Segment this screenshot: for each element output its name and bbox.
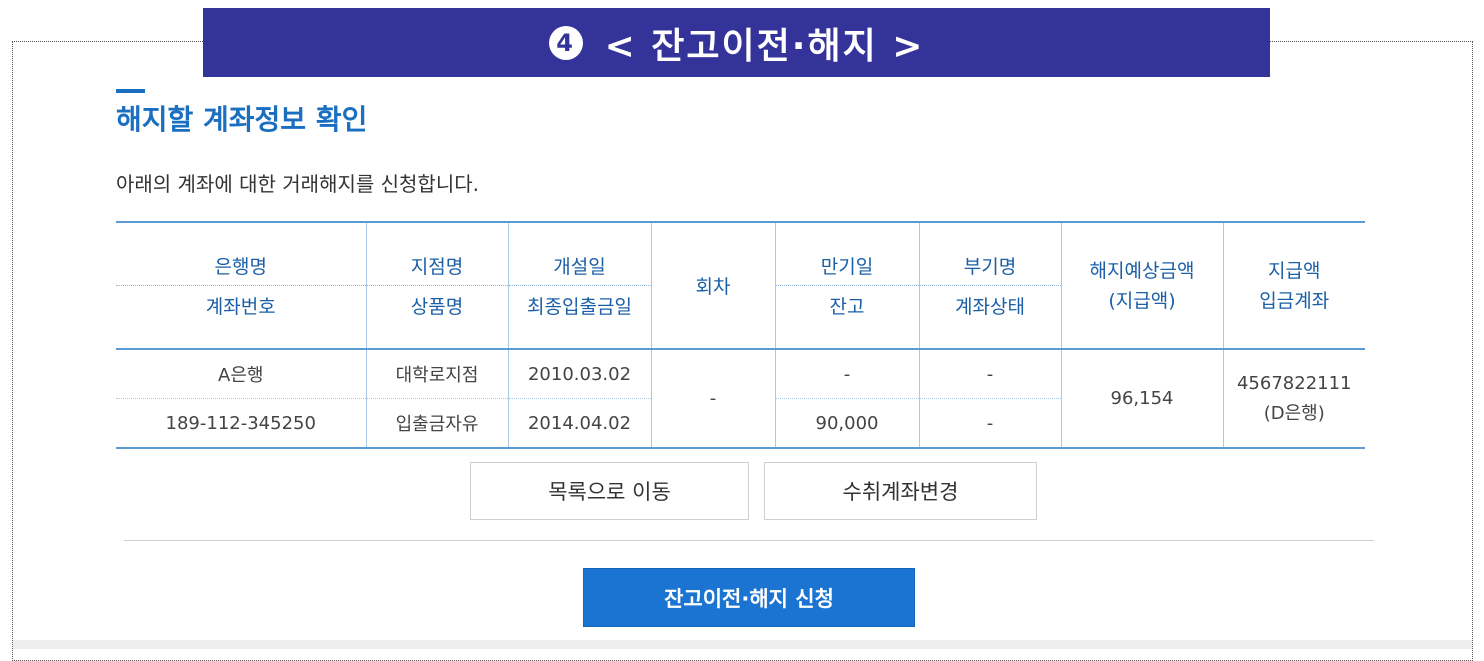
header-last-transaction-date: 최종입출금일 xyxy=(508,285,652,350)
page-description: 아래의 계좌에 대한 거래해지를 신청합니다. xyxy=(116,172,479,196)
header-payout-account: 지급액 입금계좌 xyxy=(1223,222,1365,350)
step-number-badge: 4 xyxy=(548,25,583,60)
header-maturity-date: 만기일 xyxy=(775,222,920,286)
cell-sub-name: - xyxy=(919,349,1062,399)
account-info-table: 은행명 지점명 개설일 회차 만기일 부기명 해지예상금액 (지급액) 지급액 … xyxy=(116,221,1365,449)
footer-bar xyxy=(13,640,1472,649)
header-open-date: 개설일 xyxy=(508,222,652,286)
cell-last-transaction-date: 2014.04.02 xyxy=(508,398,652,448)
section-banner: 4 < 잔고이전·해지 > xyxy=(203,8,1270,77)
change-receiving-account-button[interactable]: 수취계좌변경 xyxy=(764,462,1037,520)
cell-branch-name: 대학로지점 xyxy=(366,349,509,399)
cell-account-status: - xyxy=(919,398,1062,448)
header-bank-name: 은행명 xyxy=(116,222,367,286)
cell-payout-account: 4567822111 (D은행) xyxy=(1236,372,1352,424)
table-row: A은행 대학로지점 2010.03.02 - - - 96,154 456782… xyxy=(116,349,1365,448)
submit-termination-button[interactable]: 잔고이전·해지 신청 xyxy=(583,568,915,627)
header-account-status: 계좌상태 xyxy=(919,285,1062,350)
header-expected-amount: 해지예상금액 (지급액) xyxy=(1061,222,1224,350)
header-sub-name: 부기명 xyxy=(919,222,1062,286)
cell-bank-name: A은행 xyxy=(116,349,367,399)
header-account-number: 계좌번호 xyxy=(116,285,367,350)
cell-account-number: 189-112-345250 xyxy=(116,398,367,448)
banner-title: < 잔고이전·해지 > xyxy=(604,25,925,67)
header-installment: 회차 xyxy=(651,222,776,350)
go-to-list-button[interactable]: 목록으로 이동 xyxy=(470,462,749,520)
header-balance: 잔고 xyxy=(775,285,920,350)
cell-product-name: 입출금자유 xyxy=(366,398,509,448)
cell-expected-amount: 96,154 xyxy=(1061,349,1224,448)
title-accent-bar xyxy=(116,89,145,93)
header-branch-name: 지점명 xyxy=(366,222,509,286)
cell-balance: 90,000 xyxy=(775,398,920,448)
cell-maturity-date: - xyxy=(775,349,920,399)
cell-installment: - xyxy=(651,349,776,448)
header-product-name: 상품명 xyxy=(366,285,509,350)
divider xyxy=(124,540,1374,541)
cell-open-date: 2010.03.02 xyxy=(508,349,652,399)
page-title: 해지할 계좌정보 확인 xyxy=(116,103,368,136)
